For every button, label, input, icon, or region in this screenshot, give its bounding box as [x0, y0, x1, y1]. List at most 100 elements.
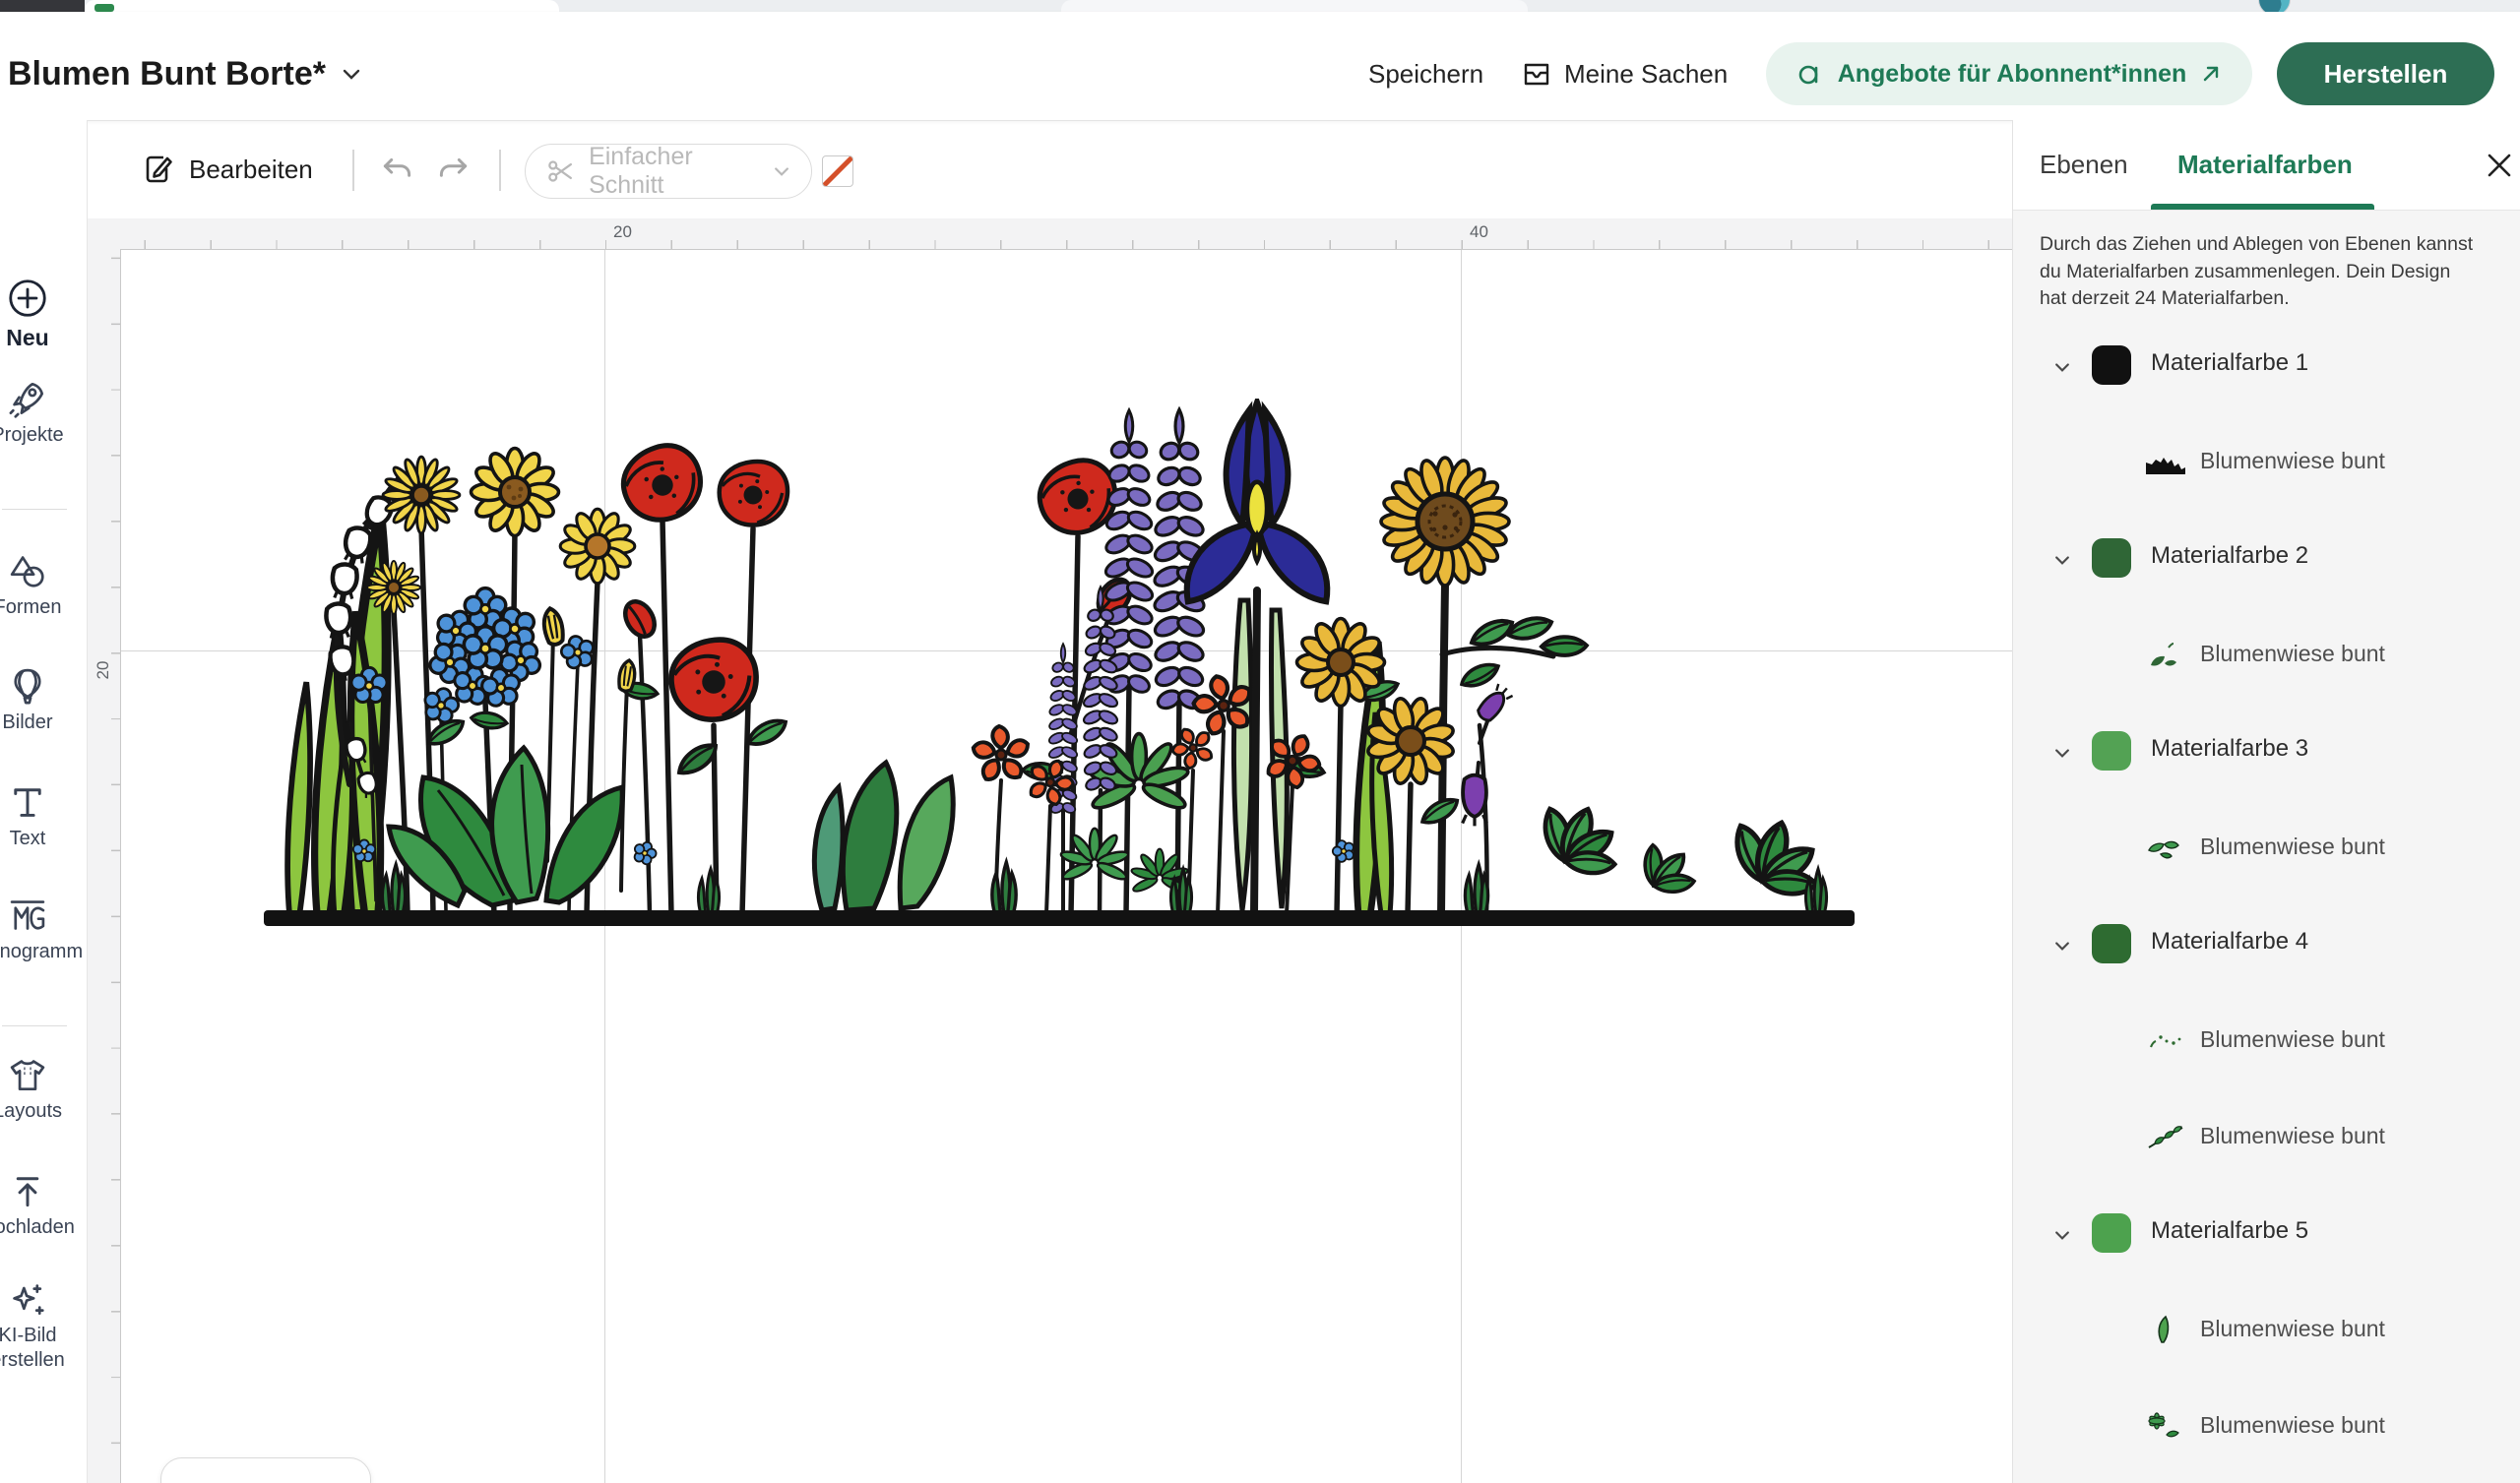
save-label: Speichern — [1368, 59, 1483, 90]
material-color-group[interactable]: Materialfarbe 3 — [2013, 703, 2520, 799]
layer-item[interactable]: Blumenwiese bunt — [2013, 1378, 2520, 1474]
tab-label: Materialfarben — [2177, 150, 2353, 180]
vertical-ruler — [88, 249, 121, 1483]
sidebar-label: Text — [0, 827, 87, 851]
material-color-group[interactable]: Materialfarbe 5 — [2013, 1185, 2520, 1281]
color-swatch[interactable] — [2092, 345, 2131, 385]
layer-thumbnail[interactable] — [2141, 636, 2190, 673]
layer-thumbnail[interactable] — [2141, 829, 2190, 866]
my-stuff-button[interactable]: Meine Sachen — [1521, 52, 1728, 95]
sidebar-label: Neu — [0, 324, 87, 352]
tab-materialfarben[interactable]: Materialfarben — [2177, 120, 2353, 210]
layer-thumbnail[interactable] — [2141, 1407, 2190, 1445]
redo-icon[interactable] — [434, 152, 472, 189]
layer-item[interactable]: Blumenwiese bunt — [2013, 799, 2520, 896]
sparkles-icon — [6, 1277, 49, 1321]
color-swatch[interactable] — [2092, 731, 2131, 771]
linetype-dropdown[interactable]: Einfacher Schnitt — [525, 144, 812, 199]
ruler-label-40: 40 — [1470, 222, 1488, 242]
sidebar-item-text[interactable]: Text — [0, 780, 87, 851]
chevron-down-icon — [772, 160, 791, 182]
toolbar-separator — [499, 150, 501, 191]
layer-item[interactable]: Blumenwiese bunt — [2013, 413, 2520, 510]
chevron-down-icon[interactable] — [2052, 357, 2072, 377]
layer-name: Blumenwiese bunt — [2200, 1026, 2385, 1053]
single-leaf-thumb — [2143, 1313, 2188, 1346]
tray-icon — [1521, 58, 1552, 90]
color-swatch[interactable] — [2092, 924, 2131, 963]
ruler-ticks — [111, 249, 120, 1483]
canvas-artwork-blumenwiese[interactable] — [256, 399, 1860, 930]
swatch-diagonal — [822, 155, 853, 187]
chevron-down-icon[interactable] — [2052, 743, 2072, 763]
layer-name: Blumenwiese bunt — [2200, 1316, 2385, 1342]
active-browser-tab[interactable] — [85, 0, 559, 12]
make-it-button[interactable]: Herstellen — [2277, 42, 2494, 105]
chevron-down-icon[interactable] — [2052, 550, 2072, 570]
sidebar-item-layouts[interactable]: Layouts — [0, 1053, 87, 1124]
color-swatch[interactable] — [2092, 1213, 2131, 1253]
ruler-corner — [88, 218, 121, 250]
sidebar-label: Bilder — [0, 711, 87, 735]
canvas-toolbar: Bearbeiten Einfacher Schnitt — [88, 120, 2013, 218]
project-title[interactable]: Blumen Bunt Borte* — [8, 52, 363, 95]
layer-item[interactable]: Blumenwiese bunt — [2013, 606, 2520, 703]
group-name: Materialfarbe 5 — [2151, 1217, 2308, 1245]
layer-thumbnail[interactable] — [2141, 1311, 2190, 1348]
shapes-icon — [6, 549, 49, 592]
layer-name: Blumenwiese bunt — [2200, 1123, 2385, 1149]
edit-label: Bearbeiten — [189, 154, 313, 185]
undo-icon[interactable] — [379, 152, 416, 189]
meadow-strip-thumb — [2143, 445, 2188, 478]
sidebar-label: Hochladen — [0, 1215, 87, 1240]
tab-label: Ebenen — [2040, 150, 2128, 180]
chevron-down-icon[interactable] — [2052, 1225, 2072, 1245]
balloon-icon — [6, 664, 49, 708]
project-title-text: Blumen Bunt Borte* — [8, 55, 326, 93]
sidebar-label: Projekte — [0, 423, 87, 448]
layer-thumbnail[interactable] — [2141, 443, 2190, 480]
layer-name: Blumenwiese bunt — [2200, 1412, 2385, 1439]
group-name: Materialfarbe 1 — [2151, 349, 2308, 377]
external-link-icon — [2199, 62, 2223, 86]
rocket-icon — [6, 377, 49, 420]
material-colors-panel: Ebenen Materialfarben Durch das Ziehen u… — [2012, 120, 2520, 1483]
ruler-label-v20: 20 — [94, 661, 113, 680]
color-swatch[interactable] — [2092, 538, 2131, 578]
zoom-control[interactable] — [160, 1457, 371, 1483]
save-button[interactable]: Speichern — [1368, 52, 1483, 95]
sidebar-label: Monogramm — [0, 940, 87, 964]
layer-thumbnail[interactable] — [2141, 1021, 2190, 1059]
close-icon[interactable] — [2484, 150, 2515, 181]
sidebar-item-projekte[interactable]: Projekte — [0, 377, 87, 448]
ruler-label-20: 20 — [613, 222, 632, 242]
other-browser-tab[interactable] — [1061, 0, 1528, 12]
scissors-icon — [545, 154, 576, 188]
layer-item[interactable]: Blumenwiese bunt — [2013, 1088, 2520, 1185]
browser-tab-strip — [0, 0, 2520, 12]
layer-item[interactable]: Blumenwiese bunt — [2013, 1281, 2520, 1378]
color-swatch[interactable] — [822, 155, 853, 187]
sidebar-item-ki-bild[interactable]: KI-Bild erstellen — [0, 1277, 87, 1373]
sidebar-item-bilder[interactable]: Bilder — [0, 664, 87, 735]
layer-item[interactable]: Blumenwiese bunt — [2013, 992, 2520, 1088]
material-color-group[interactable]: Materialfarbe 4 — [2013, 896, 2520, 992]
subscriber-offers-button[interactable]: Angebote für Abonnent*innen — [1766, 42, 2252, 105]
my-stuff-label: Meine Sachen — [1564, 59, 1728, 90]
sidebar-item-hochladen[interactable]: Hochladen — [0, 1169, 87, 1240]
edit-button[interactable]: Bearbeiten — [141, 148, 313, 191]
edit-pencil-icon — [141, 152, 176, 187]
tab-ebenen[interactable]: Ebenen — [2040, 120, 2128, 210]
subscriber-offers-label: Angebote für Abonnent*innen — [1838, 60, 2187, 89]
sidebar-item-neu[interactable]: Neu — [0, 276, 87, 352]
sidebar-item-monogramm[interactable]: Monogramm — [0, 894, 87, 964]
ruler-ticks — [120, 240, 2013, 249]
chevron-down-icon[interactable] — [2052, 936, 2072, 956]
sidebar-item-formen[interactable]: Formen — [0, 549, 87, 620]
sidebar: Neu Projekte Formen Bilder Text Monogram… — [0, 120, 88, 1483]
layer-thumbnail[interactable] — [2141, 1118, 2190, 1155]
material-color-group[interactable]: Materialfarbe 1 — [2013, 317, 2520, 413]
material-color-group[interactable]: Materialfarbe 2 — [2013, 510, 2520, 606]
plus-circle-icon — [5, 276, 50, 321]
layer-name: Blumenwiese bunt — [2200, 641, 2385, 667]
